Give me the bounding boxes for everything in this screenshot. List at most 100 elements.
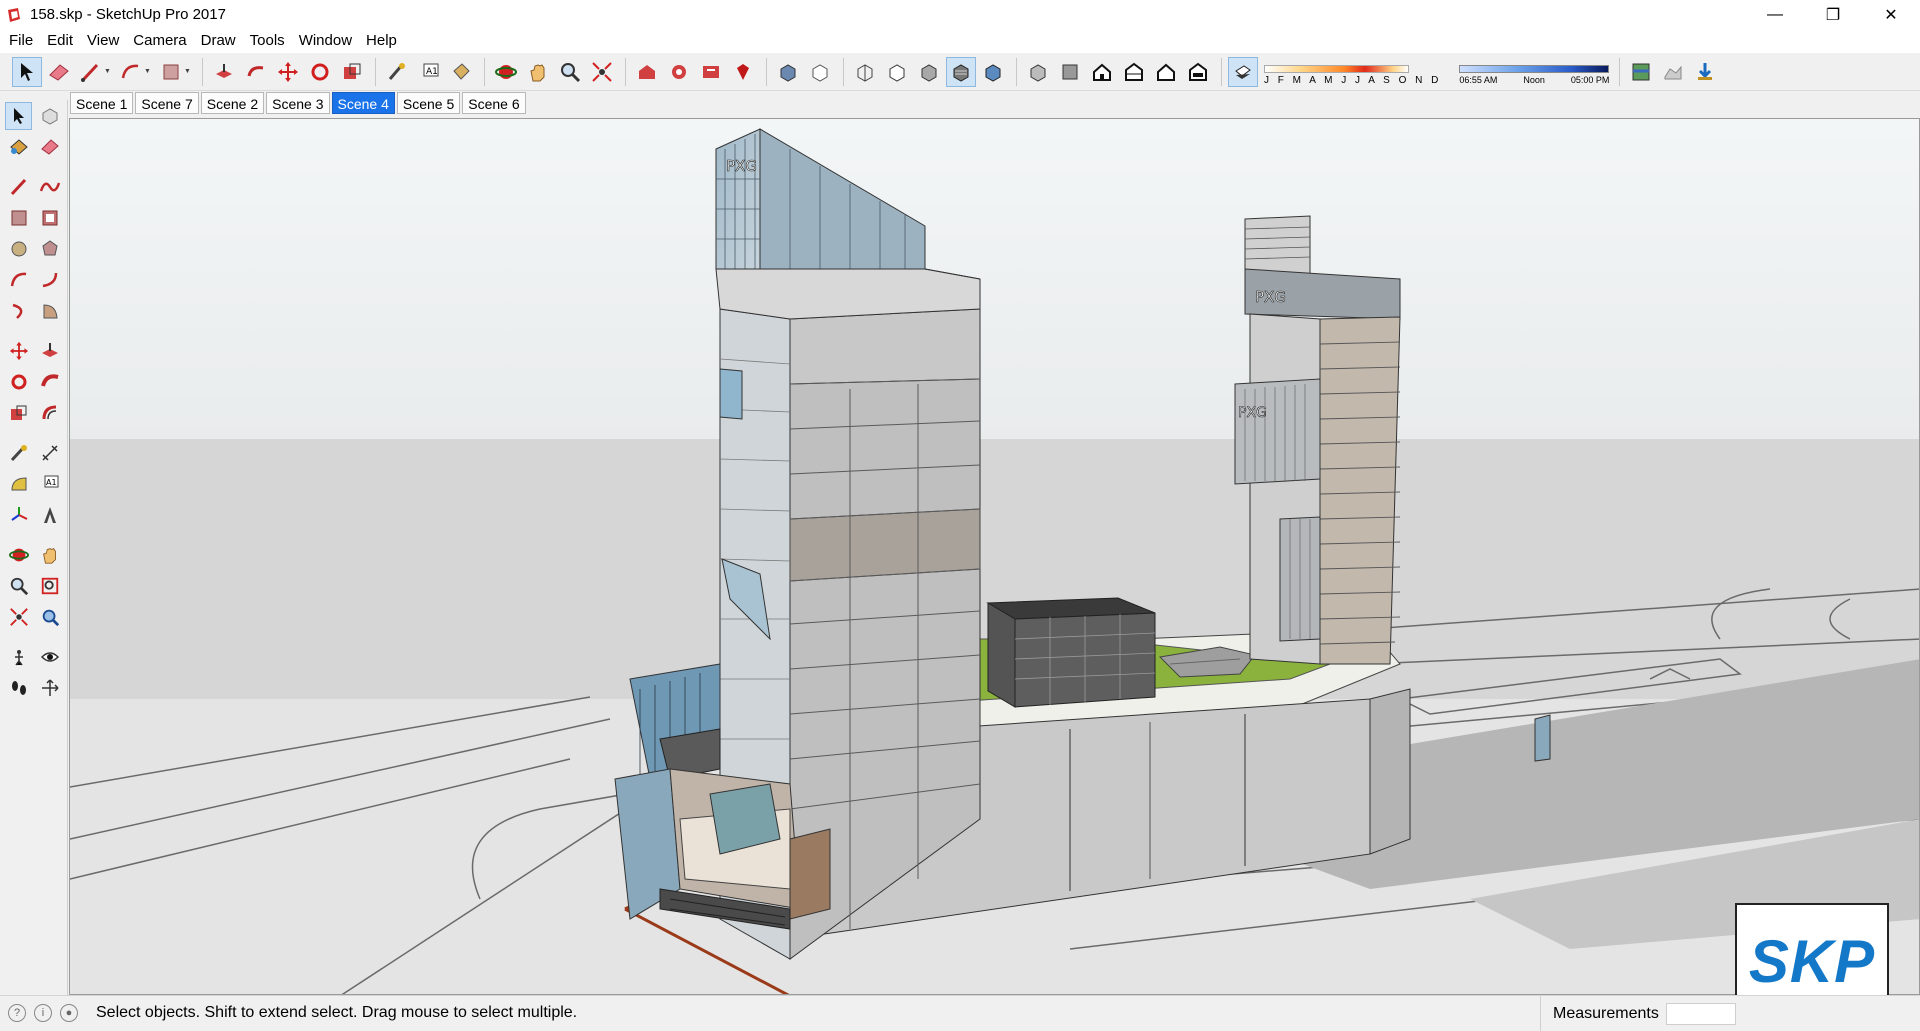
zoom-icon[interactable] — [5, 572, 32, 600]
previous-view-icon[interactable] — [36, 603, 63, 631]
pencil-line-icon[interactable] — [76, 57, 106, 87]
dimension-tool-icon[interactable] — [36, 439, 63, 467]
iso-view-icon[interactable] — [1023, 57, 1053, 87]
menu-tools[interactable]: Tools — [243, 29, 292, 53]
get-photo-texture-icon[interactable] — [1690, 57, 1720, 87]
model-scene[interactable]: PXG PXG PXG — [70, 119, 1920, 995]
extension-warehouse-icon[interactable] — [696, 57, 726, 87]
circle-tool-icon[interactable] — [5, 235, 32, 263]
top-view-icon[interactable] — [1055, 57, 1085, 87]
line-tool-icon[interactable] — [5, 173, 32, 201]
user-account-icon[interactable]: ● — [60, 1004, 78, 1022]
three-point-arc-icon[interactable] — [5, 297, 32, 325]
menu-view[interactable]: View — [80, 29, 126, 53]
credits-info-icon[interactable]: i — [34, 1004, 52, 1022]
menu-edit[interactable]: Edit — [40, 29, 80, 53]
walk-footprints-icon[interactable] — [5, 674, 32, 702]
section-plane-icon[interactable] — [36, 674, 63, 702]
axes-tool-icon[interactable] — [5, 501, 32, 529]
pan-hand-icon[interactable] — [36, 541, 63, 569]
add-location-icon[interactable] — [1626, 57, 1656, 87]
paint-bucket-icon[interactable] — [5, 133, 32, 161]
menu-draw[interactable]: Draw — [194, 29, 243, 53]
position-camera-icon[interactable] — [5, 643, 32, 671]
zoom-extents-icon[interactable] — [587, 57, 617, 87]
select-tool-icon[interactable] — [12, 56, 42, 87]
xray-style-icon[interactable] — [773, 57, 803, 87]
back-edges-icon[interactable] — [805, 57, 835, 87]
toggle-terrain-icon[interactable] — [1658, 57, 1688, 87]
tab-scene-3[interactable]: Scene 3 — [266, 92, 330, 114]
text-tool-icon[interactable]: A1 — [36, 470, 63, 498]
restore-button[interactable]: ❐ — [1804, 0, 1862, 29]
select-arrow-icon[interactable] — [5, 101, 33, 130]
two-point-arc-icon[interactable] — [36, 266, 63, 294]
rotate-tool-icon[interactable] — [305, 57, 335, 87]
tab-scene-7[interactable]: Scene 7 — [135, 92, 199, 114]
orbit-icon[interactable] — [491, 57, 521, 87]
eraser-icon[interactable] — [36, 133, 63, 161]
zoom-extents-icon[interactable] — [5, 603, 32, 631]
back-view-icon[interactable] — [1151, 57, 1181, 87]
3d-text-icon[interactable] — [36, 501, 63, 529]
pie-tool-icon[interactable] — [36, 297, 63, 325]
menu-camera[interactable]: Camera — [126, 29, 193, 53]
move-tool-icon[interactable] — [5, 337, 32, 365]
time-gradient-bar[interactable] — [1459, 65, 1610, 73]
tab-scene-1[interactable]: Scene 1 — [70, 92, 134, 114]
menu-help[interactable]: Help — [359, 29, 404, 53]
measurements-input[interactable] — [1666, 1003, 1736, 1025]
month-gradient-bar[interactable] — [1264, 64, 1409, 73]
rectangle-tool-icon[interactable] — [5, 204, 32, 232]
model-viewport[interactable]: PXG PXG PXG — [69, 118, 1920, 995]
hidden-line-icon[interactable] — [882, 57, 912, 87]
rectangle-tool-icon[interactable] — [156, 57, 186, 87]
share-model-icon[interactable] — [664, 57, 694, 87]
chevron-down-icon[interactable]: ▼ — [184, 68, 192, 75]
make-component-icon[interactable] — [36, 102, 63, 130]
left-view-icon[interactable] — [1183, 57, 1213, 87]
push-pull-icon[interactable] — [209, 57, 239, 87]
chevron-down-icon[interactable]: ▼ — [104, 68, 112, 75]
look-around-eye-icon[interactable] — [36, 643, 63, 671]
close-button[interactable]: ✕ — [1862, 0, 1920, 29]
tab-scene-6[interactable]: Scene 6 — [462, 92, 526, 114]
minimize-button[interactable]: — — [1746, 0, 1804, 29]
shadow-time-slider[interactable]: 06:55 AM Noon 05:00 PM — [1459, 58, 1610, 85]
tape-measure-icon[interactable] — [5, 439, 32, 467]
paint-bucket-icon[interactable] — [446, 57, 476, 87]
protractor-icon[interactable] — [5, 470, 32, 498]
shaded-icon[interactable] — [914, 57, 944, 87]
scale-tool-icon[interactable] — [5, 399, 32, 427]
ruby-console-icon[interactable] — [728, 57, 758, 87]
menu-file[interactable]: File — [2, 29, 40, 53]
tape-measure-icon[interactable] — [382, 57, 412, 87]
monochrome-icon[interactable] — [978, 57, 1008, 87]
shaded-textures-icon[interactable] — [946, 56, 976, 87]
follow-me-icon[interactable] — [36, 368, 63, 396]
follow-me-icon[interactable] — [241, 57, 271, 87]
arc-tool-icon[interactable] — [116, 57, 146, 87]
menu-window[interactable]: Window — [292, 29, 359, 53]
orbit-icon[interactable] — [5, 541, 32, 569]
pan-hand-icon[interactable] — [523, 57, 553, 87]
scale-tool-icon[interactable] — [337, 57, 367, 87]
push-pull-icon[interactable] — [36, 337, 63, 365]
eraser-icon[interactable] — [44, 57, 74, 87]
rotated-rectangle-icon[interactable] — [36, 204, 63, 232]
zoom-window-icon[interactable] — [36, 572, 63, 600]
warehouse-icon[interactable] — [632, 57, 662, 87]
offset-tool-icon[interactable] — [36, 399, 63, 427]
right-view-icon[interactable] — [1119, 57, 1149, 87]
zoom-icon[interactable] — [555, 57, 585, 87]
arc-tool-icon[interactable] — [5, 266, 32, 294]
display-shadows-icon[interactable] — [1228, 56, 1258, 87]
wireframe-icon[interactable] — [850, 57, 880, 87]
front-view-icon[interactable] — [1087, 57, 1117, 87]
chevron-down-icon[interactable]: ▼ — [144, 68, 152, 75]
move-tool-icon[interactable] — [273, 57, 303, 87]
geo-location-icon[interactable]: ? — [8, 1004, 26, 1022]
tab-scene-2[interactable]: Scene 2 — [200, 92, 265, 114]
polygon-tool-icon[interactable] — [36, 235, 63, 263]
text-tool-icon[interactable]: A1 — [414, 57, 444, 87]
